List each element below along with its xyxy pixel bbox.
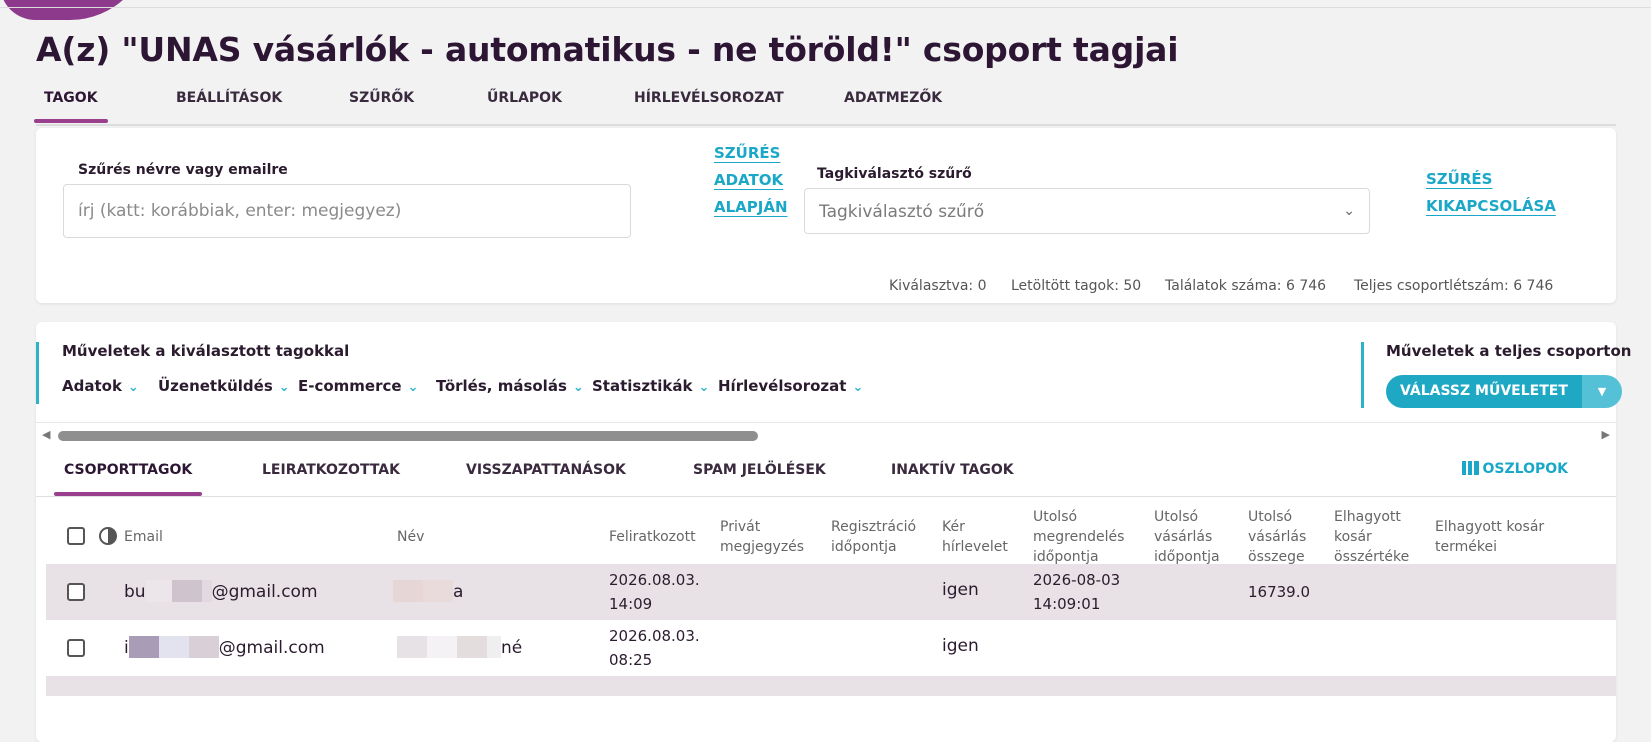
scroll-thumb[interactable] xyxy=(58,431,758,441)
cell-last-order: 2026-08-03 14:09:01 xyxy=(1033,571,1121,613)
scroll-right-icon[interactable]: ▶ xyxy=(1602,428,1610,441)
col-registration-time[interactable]: Regisztráció időpontja xyxy=(831,517,916,557)
col-private-note[interactable]: Privát megjegyzés xyxy=(720,517,804,557)
chevron-down-icon: ⌄ xyxy=(698,380,710,395)
ops-messaging-menu[interactable]: Üzenetküldés ⌄ xyxy=(158,377,290,395)
chevron-down-icon: ⌄ xyxy=(127,380,139,395)
cell-name: né xyxy=(397,636,522,658)
choose-operation-button[interactable]: VÁLASSZ MŰVELETET xyxy=(1386,375,1582,408)
group-ops-title: Műveletek a teljes csoporton xyxy=(1386,342,1632,360)
group-ops-accent-bar xyxy=(1361,342,1364,408)
top-divider xyxy=(0,7,1651,8)
ops-ecommerce-menu[interactable]: E-commerce ⌄ xyxy=(298,377,418,395)
search-label: Szűrés névre vagy emailre xyxy=(78,162,288,178)
table-row[interactable]: bu @gmail.com a 2026.08.03. 14:09 igen 202… xyxy=(46,564,1616,621)
disable-filter-link[interactable]: SZŰRÉS KIKAPCSOLÁSA xyxy=(1426,166,1556,220)
redacted-block xyxy=(158,636,189,658)
tab-newsletter-series[interactable]: HÍRLEVÉLSOROZAT xyxy=(634,90,784,119)
chevron-down-icon: ⌄ xyxy=(572,380,584,395)
selected-ops-title: Műveletek a kiválasztott tagokkal xyxy=(62,342,350,360)
col-last-purchase-time[interactable]: Utolsó vásárlás időpontja xyxy=(1154,507,1220,567)
chevron-down-icon: ⌄ xyxy=(852,380,864,395)
cell-last-purchase-amount: 16739.0 xyxy=(1248,583,1311,601)
columns-button[interactable]: OSZLOPOK xyxy=(1461,461,1568,477)
cell-email[interactable]: bu @gmail.com xyxy=(124,580,318,602)
brand-decoration xyxy=(0,0,150,20)
ops-accent-bar xyxy=(36,342,39,404)
caret-down-icon[interactable]: ▼ xyxy=(1582,375,1622,408)
col-last-purchase-amount[interactable]: Utolsó vásárlás összege xyxy=(1248,507,1306,567)
redacted-block xyxy=(423,580,453,602)
redacted-block xyxy=(457,636,487,658)
tab-filters[interactable]: SZŰRŐK xyxy=(349,90,414,119)
member-filter-label: Tagkiválasztó szűrő xyxy=(817,166,972,182)
tab-inactive-members[interactable]: INAKTÍV TAGOK xyxy=(891,462,1014,492)
tab-spam-reports[interactable]: SPAM JELÖLÉSEK xyxy=(693,462,826,492)
redacted-block xyxy=(393,580,423,602)
redacted-block xyxy=(397,636,427,658)
filter-panel: Szűrés névre vagy emailre SZŰRÉS ADATOK … xyxy=(36,128,1616,303)
tab-group-members[interactable]: CSOPORTTAGOK xyxy=(53,462,203,496)
stat-results: Találatok száma: 6 746 xyxy=(1165,278,1327,294)
ops-data-menu[interactable]: Adatok ⌄ xyxy=(62,377,139,395)
col-abandoned-cart-value[interactable]: Elhagyott kosár összértéke xyxy=(1334,507,1409,567)
stat-selected: Kiválasztva: 0 xyxy=(889,278,987,294)
cell-subscribed: 2026.08.03. 14:09 xyxy=(609,571,700,613)
ops-statistics-menu[interactable]: Statisztikák ⌄ xyxy=(592,377,709,395)
contrast-icon[interactable] xyxy=(99,527,117,545)
redacted-block xyxy=(145,580,172,602)
cell-subscribed: 2026.08.03. 08:25 xyxy=(609,627,700,669)
ops-delete-copy-menu[interactable]: Törlés, másolás ⌄ xyxy=(436,377,584,395)
tab-settings[interactable]: BEÁLLÍTÁSOK xyxy=(176,90,282,119)
tab-data-fields[interactable]: ADATMEZŐK xyxy=(844,90,942,119)
cell-wants-newsletter: igen xyxy=(942,580,979,600)
ops-newsletter-series-menu[interactable]: Hírlevélsorozat ⌄ xyxy=(718,377,863,395)
tab-members[interactable]: TAGOK xyxy=(34,90,108,123)
redacted-block xyxy=(171,580,202,602)
col-abandoned-cart-products[interactable]: Elhagyott kosár termékei xyxy=(1435,517,1544,557)
table-row[interactable]: i @gmail.com né 2026.08.03. 08:25 igen xyxy=(46,620,1616,677)
col-email[interactable]: Email xyxy=(124,527,163,547)
tab-bounces[interactable]: VISSZAPATTANÁSOK xyxy=(466,462,626,492)
chevron-down-icon: ⌄ xyxy=(407,380,419,395)
cell-email[interactable]: i @gmail.com xyxy=(124,636,325,658)
members-panel: Műveletek a kiválasztott tagokkal Adatok… xyxy=(36,322,1631,742)
scroll-left-icon[interactable]: ◀ xyxy=(42,428,50,441)
redacted-block xyxy=(128,636,159,658)
redacted-block xyxy=(188,636,219,658)
filter-by-data-link[interactable]: SZŰRÉS ADATOK ALAPJÁN xyxy=(714,140,788,221)
col-wants-newsletter[interactable]: Kér hírlevelet xyxy=(942,517,1008,557)
stat-loaded: Letöltött tagok: 50 xyxy=(1011,278,1142,294)
cell-wants-newsletter: igen xyxy=(942,636,979,656)
col-subscribed[interactable]: Feliratkozott xyxy=(609,527,696,547)
page-title: A(z) "UNAS vásárlók - automatikus - ne t… xyxy=(36,30,1179,69)
horizontal-scrollbar[interactable]: ◀ ▶ xyxy=(36,422,1616,445)
tab-forms[interactable]: ŰRLAPOK xyxy=(487,90,562,119)
row-checkbox[interactable] xyxy=(67,639,85,657)
chevron-down-icon: ⌄ xyxy=(278,380,290,395)
select-all-checkbox[interactable] xyxy=(67,527,85,545)
main-tabs: TAGOK BEÁLLÍTÁSOK SZŰRŐK ŰRLAPOK HÍRLEVÉ… xyxy=(34,88,1616,126)
chevron-down-icon: ⌄ xyxy=(1343,203,1355,219)
choose-operation-split-button: VÁLASSZ MŰVELETET ▼ xyxy=(1386,375,1622,408)
cell-name: a xyxy=(393,580,463,602)
tab-unsubscribed[interactable]: LEIRATKOZOTTAK xyxy=(262,462,400,492)
row-checkbox[interactable] xyxy=(67,583,85,601)
member-filter-value: Tagkiválasztó szűrő xyxy=(819,202,985,222)
col-last-order-time[interactable]: Utolsó megrendelés időpontja xyxy=(1033,507,1124,567)
search-input[interactable] xyxy=(63,184,631,238)
member-status-tabs: CSOPORTTAGOK LEIRATKOZOTTAK VISSZAPATTAN… xyxy=(36,444,1616,497)
member-filter-select[interactable]: Tagkiválasztó szűrő ⌄ xyxy=(804,188,1370,234)
stat-total: Teljes csoportlétszám: 6 746 xyxy=(1354,278,1554,294)
columns-icon xyxy=(1461,461,1479,475)
redacted-block xyxy=(487,636,501,658)
redacted-block xyxy=(201,580,212,602)
table-row[interactable] xyxy=(46,676,1616,696)
col-name[interactable]: Név xyxy=(397,527,424,547)
redacted-block xyxy=(427,636,457,658)
scroll-track[interactable] xyxy=(58,431,1590,441)
